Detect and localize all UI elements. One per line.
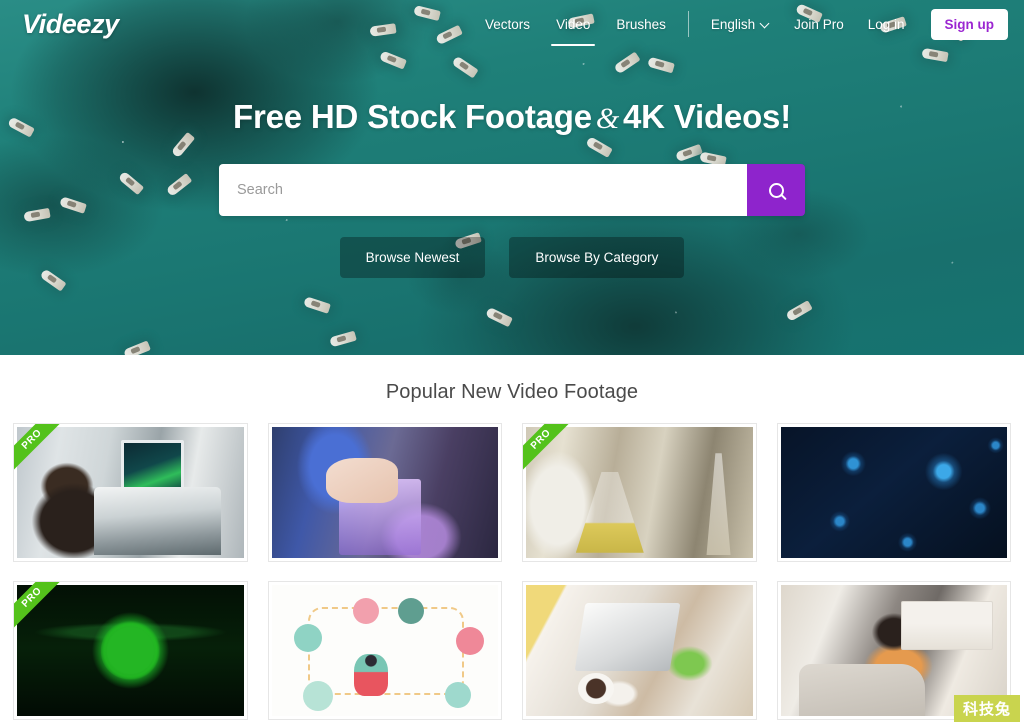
browse-by-category-button[interactable]: Browse By Category [509,237,685,278]
shopping-bag-icon [444,682,471,709]
video-thumbnail-image [526,427,753,558]
nav-link-brushes[interactable]: Brushes [616,3,666,46]
card-payment-icon [456,626,485,655]
search-input[interactable] [219,164,747,216]
search-button[interactable] [747,164,805,216]
video-card-microscope[interactable]: PRO [13,423,248,562]
video-thumbnail-image [271,585,498,716]
hero-headline: Free HD Stock Footage & 4K Videos! [233,98,791,136]
hero-content: Free HD Stock Footage&4K Videos! Browse … [0,0,1024,355]
watermark: 科技兔 [953,695,1020,722]
storefront-icon [303,680,334,711]
main-content: Popular New Video Footage PRO PRO PRO [0,355,1024,720]
secondary-nav-links: English Join Pro Log in Sign up [711,3,1008,46]
video-thumbnail-image [17,427,244,558]
hero-headline-ampersand: & [595,102,620,135]
video-card-laboratory[interactable]: PRO [522,423,757,562]
hero-action-buttons: Browse Newest Browse By Category [339,237,685,278]
video-thumbnail-grid: PRO PRO PRO [0,423,1024,720]
video-card-virus[interactable] [776,423,1011,562]
chevron-down-icon [761,20,770,29]
video-card-laptop-desk[interactable] [522,581,757,720]
nav-link-video[interactable]: Video [551,3,596,46]
primary-nav-links: Vectors Video Brushes [485,3,666,46]
section-title: Popular New Video Footage [385,381,639,403]
person-illustration [354,654,389,697]
nav-link-log-in[interactable]: Log in [868,3,905,46]
video-thumbnail-image [526,585,753,716]
top-navigation-bar: Videezy Vectors Video Brushes English Jo… [0,0,1024,48]
browse-newest-button[interactable]: Browse Newest [339,237,486,278]
nav-divider [687,11,689,37]
site-logo[interactable]: Videezy [22,9,119,40]
video-card-green-cell[interactable]: PRO [13,581,248,720]
video-card-ecommerce[interactable] [267,581,502,720]
video-card-pipette[interactable] [267,423,502,562]
sign-up-button[interactable]: Sign up [930,8,1008,40]
nav-link-vectors[interactable]: Vectors [485,3,530,46]
search-icon [768,182,784,198]
search-bar [219,164,805,216]
video-thumbnail-image [271,427,498,558]
hero-headline-part2: 4K Videos! [623,98,791,135]
video-thumbnail-image [780,427,1007,558]
nav-link-join-pro[interactable]: Join Pro [794,3,844,46]
language-selector-label: English [710,16,756,32]
hero-headline-part1: Free HD Stock Footage [233,98,592,135]
hero-banner: Videezy Vectors Video Brushes English Jo… [0,0,1024,355]
language-selector[interactable]: English [711,17,770,32]
mobile-icon [353,598,380,625]
video-thumbnail-image [17,585,244,716]
